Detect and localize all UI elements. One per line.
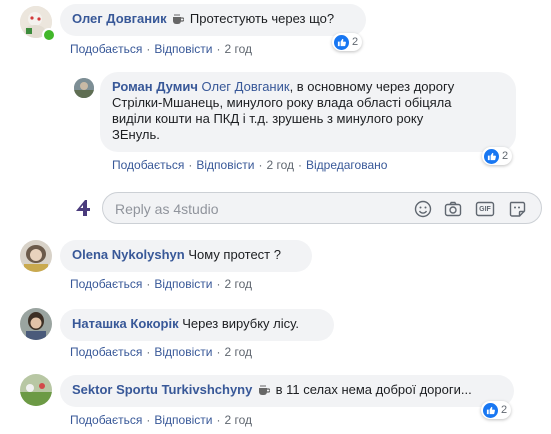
like-link[interactable]: Подобається (112, 158, 184, 172)
comment-text: , в основному через дорогу (289, 79, 455, 94)
avatar-image (20, 308, 52, 340)
like-link[interactable]: Подобається (70, 413, 142, 427)
reaction-count[interactable]: 2 (481, 401, 512, 419)
avatar-image (20, 240, 52, 272)
comment-text: Через вирубку лісу. (182, 316, 299, 331)
reply-box: GIF (102, 192, 542, 224)
avatar-image (20, 374, 52, 406)
comment-author[interactable]: Роман Думич (112, 79, 198, 94)
like-link[interactable]: Подобається (70, 42, 142, 56)
comment-actions: Подобається · Відповісти · 2 год (70, 277, 252, 291)
avatar[interactable] (20, 240, 52, 272)
reaction-count-text: 2 (352, 36, 359, 48)
timestamp[interactable]: 2 год (224, 413, 252, 427)
reaction-count-text: 2 (502, 150, 509, 162)
mention-link[interactable]: Олег Довганик (202, 79, 290, 94)
comment-bubble: Роман Думич Олег Довганик, в основному ч… (100, 72, 516, 152)
avatar[interactable] (20, 374, 52, 406)
like-reaction-icon (484, 148, 499, 164)
reaction-count-text: 2 (501, 404, 508, 416)
reply-link[interactable]: Відповісти (154, 42, 212, 56)
comment-bubble: Олег Довганик Протестують через що? (60, 4, 366, 36)
4studio-logo-icon (76, 200, 90, 216)
like-link[interactable]: Подобається (70, 277, 142, 291)
page-avatar (74, 198, 94, 218)
like-reaction-icon (483, 402, 498, 418)
emoji-icon[interactable] (413, 199, 433, 219)
reply-input[interactable] (115, 200, 395, 218)
comment-text: виділи кошти на ПКД і т.д. зрушень з мин… (112, 111, 424, 126)
coffee-icon (172, 13, 185, 29)
avatar[interactable] (20, 308, 52, 340)
camera-icon[interactable] (443, 199, 463, 219)
edited-link[interactable]: Відредаговано (306, 158, 387, 172)
like-link[interactable]: Подобається (70, 345, 142, 359)
reply-link[interactable]: Відповісти (154, 413, 212, 427)
timestamp[interactable]: 2 год (224, 42, 252, 56)
comment-text: Чому протест ? (188, 247, 281, 262)
comment-actions: Подобається · Відповісти · 2 год · Відредагова… (112, 158, 388, 172)
comment-actions: Подобається · Відповісти · 2 год (70, 42, 252, 56)
avatar[interactable] (74, 78, 94, 98)
comment-author[interactable]: Sektor Sportu Turkivshchyny (72, 382, 252, 397)
comment-author[interactable]: Олег Довганик (72, 11, 167, 26)
online-status-dot (42, 28, 56, 42)
avatar-image (74, 78, 94, 98)
comment-bubble: Olena Nykolyshyn Чому протест ? (60, 240, 312, 272)
reply-link[interactable]: Відповісти (154, 345, 212, 359)
reply-link[interactable]: Відповісти (196, 158, 254, 172)
comment-text: в 11 селах нема доброї дороги... (275, 382, 472, 397)
like-reaction-icon (334, 34, 349, 50)
reply-link[interactable]: Відповісти (154, 277, 212, 291)
comment-bubble: Наташка Кокорік Через вирубку лісу. (60, 309, 334, 341)
comment-text: Стрілки-Мшанець, минулого року влада обл… (112, 95, 452, 110)
reaction-count[interactable]: 2 (482, 147, 513, 165)
sticker-icon[interactable] (507, 199, 527, 219)
comment-text: Протестують через що? (189, 11, 335, 26)
comment-author[interactable]: Olena Nykolyshyn (72, 247, 185, 262)
comment-author[interactable]: Наташка Кокорік (72, 316, 179, 331)
gif-icon[interactable]: GIF (475, 199, 495, 219)
timestamp[interactable]: 2 год (224, 345, 252, 359)
timestamp[interactable]: 2 год (224, 277, 252, 291)
reaction-count[interactable]: 2 (332, 33, 363, 51)
timestamp[interactable]: 2 год (266, 158, 294, 172)
comment-bubble: Sektor Sportu Turkivshchyny в 11 селах н… (60, 375, 514, 407)
comment-text: ЗЕнуль. (112, 127, 160, 142)
comment-actions: Подобається · Відповісти · 2 год (70, 413, 252, 427)
comment-line: Роман Думич Олег Довганик, в основному ч… (112, 79, 504, 95)
gif-label: GIF (479, 205, 491, 213)
coffee-icon (258, 384, 271, 400)
comment-actions: Подобається · Відповісти · 2 год (70, 345, 252, 359)
